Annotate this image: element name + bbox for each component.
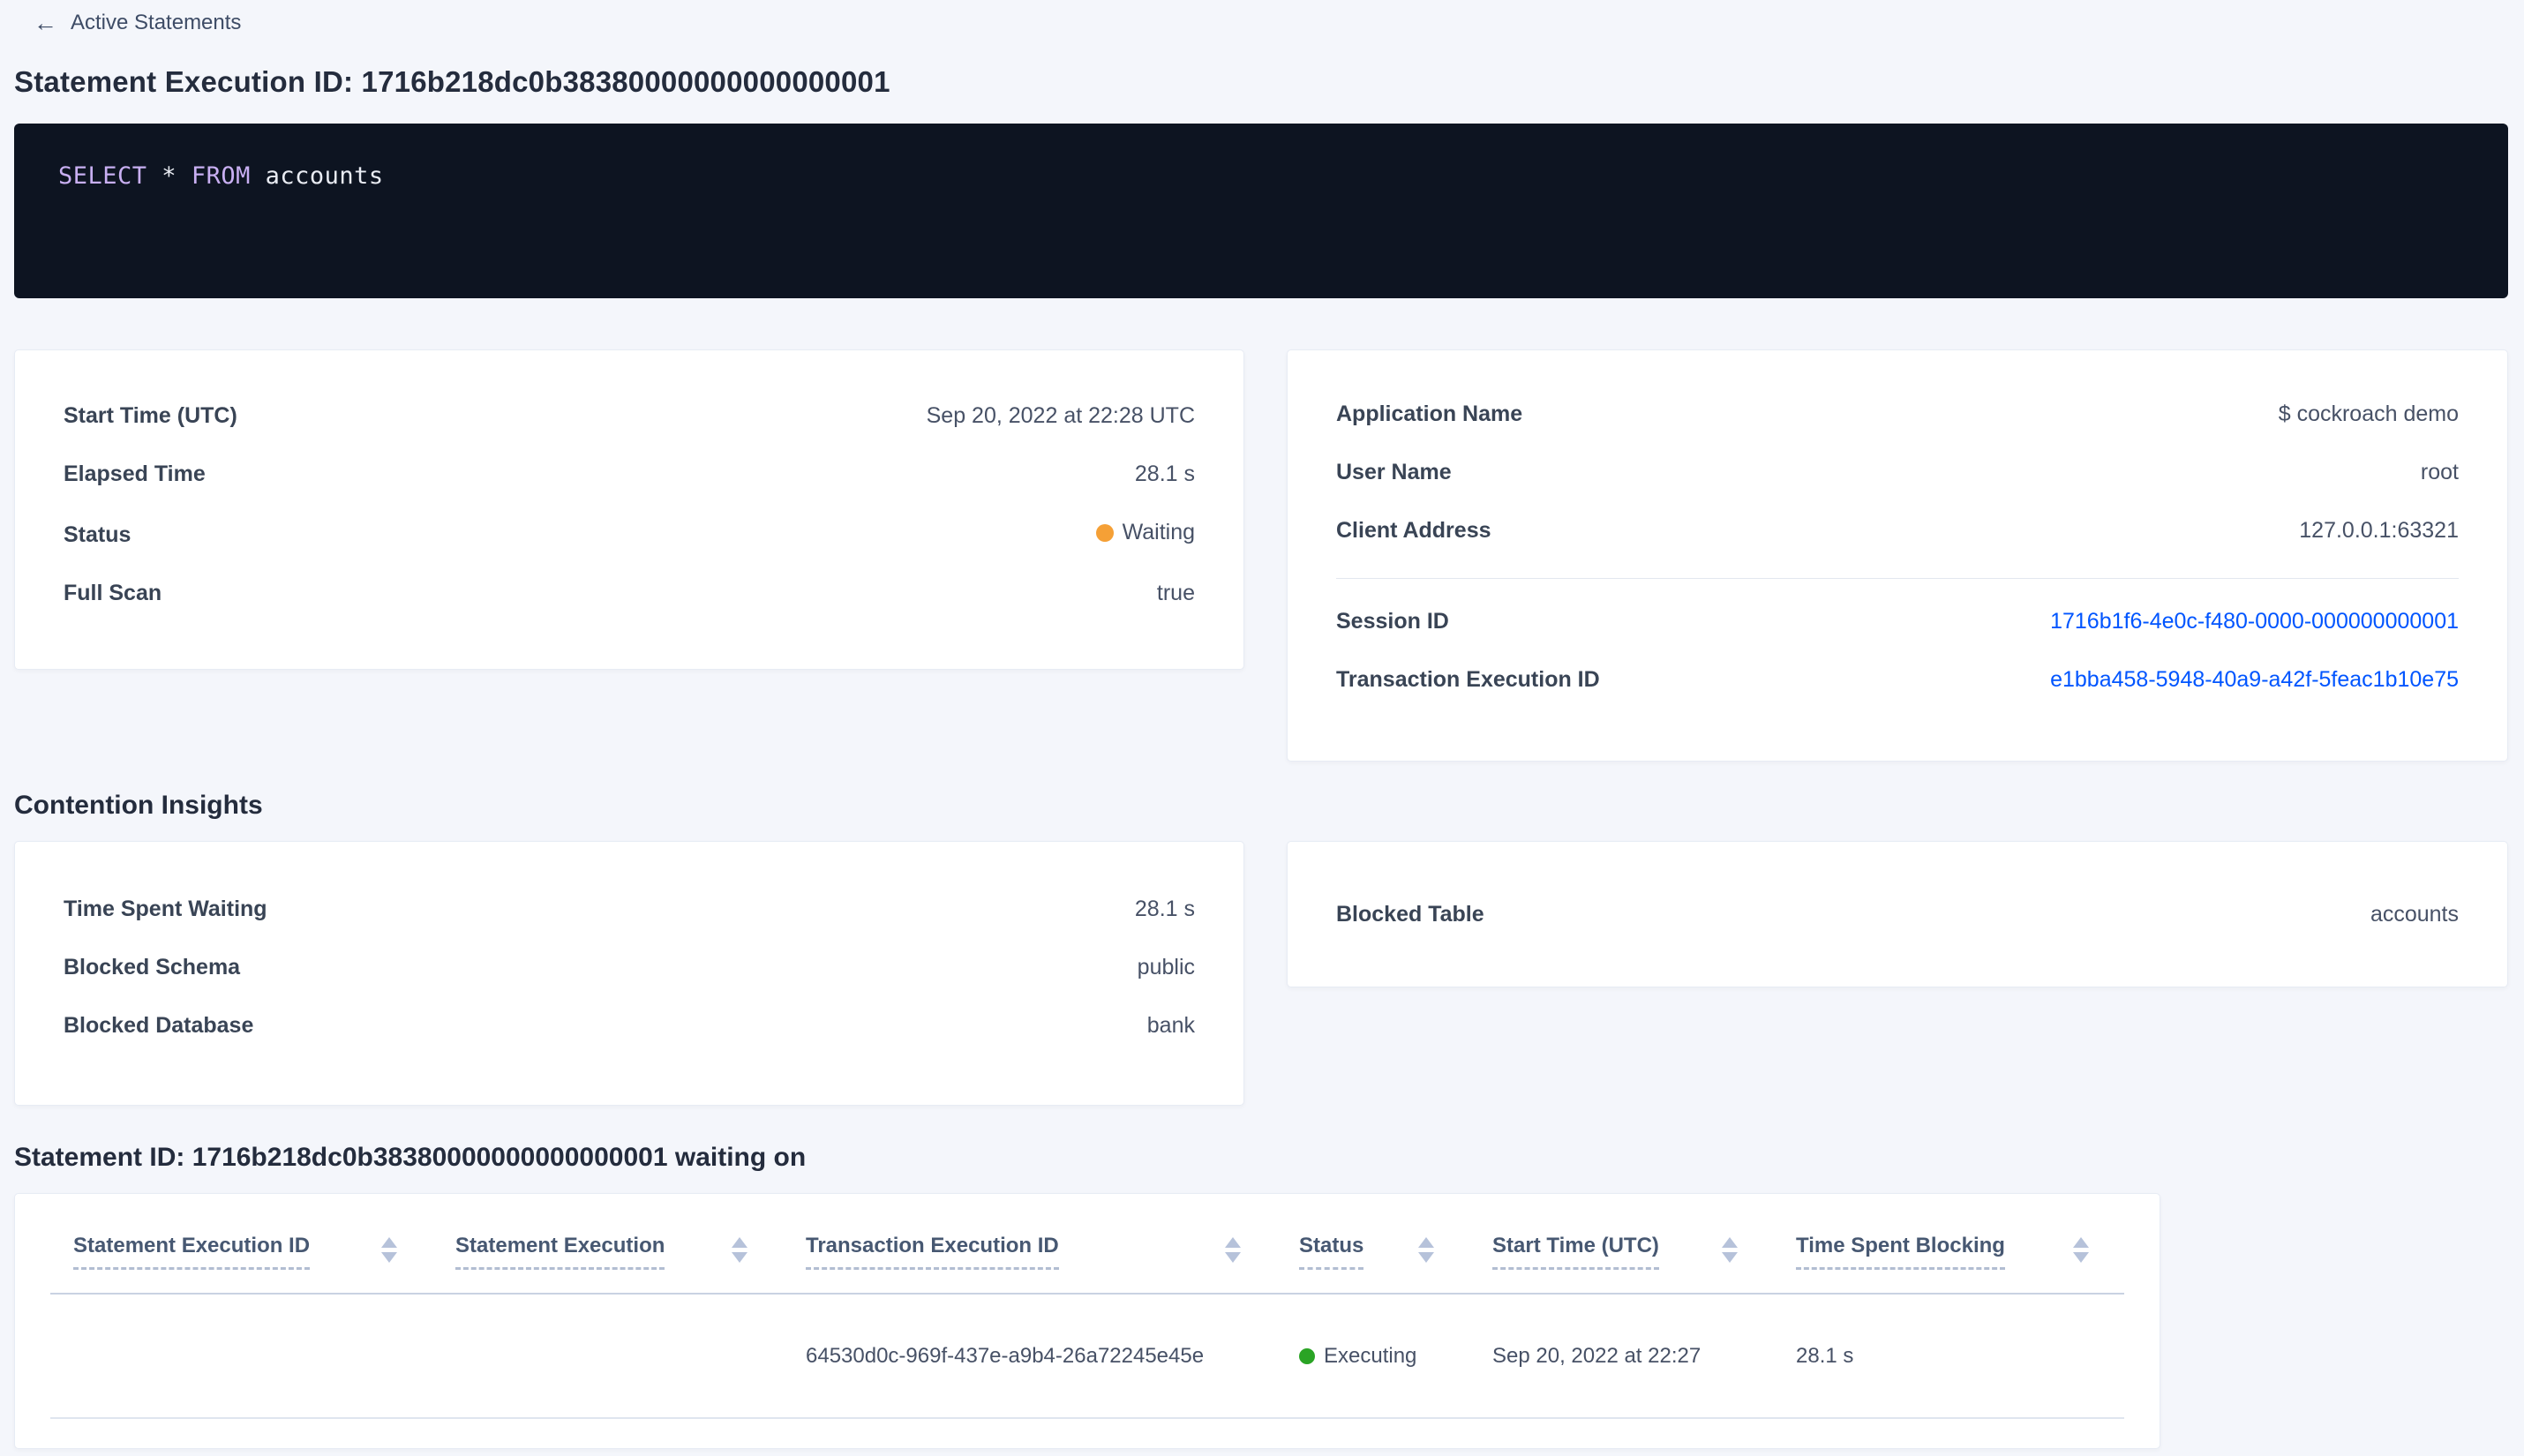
cell-transaction-execution-id: 64530d0c-969f-437e-a9b4-26a72245e45e bbox=[806, 1343, 1205, 1368]
session-id-label: Session ID bbox=[1336, 609, 1449, 634]
table-row: 64530d0c-969f-437e-a9b4-26a72245e45e Exe… bbox=[50, 1295, 2124, 1419]
status-executing-dot-icon bbox=[1299, 1347, 1315, 1364]
start-time-label: Start Time (UTC) bbox=[64, 403, 237, 428]
application-name-label: Application Name bbox=[1336, 402, 1523, 426]
contention-row-time-spent-waiting: Time Spent Waiting 28.1 s bbox=[64, 898, 1195, 920]
sql-statement-box: SELECT * FROM accounts bbox=[14, 124, 2508, 298]
waiting-on-table: Statement Execution ID Statement Executi… bbox=[14, 1193, 2160, 1449]
client-address-value: 127.0.0.1:63321 bbox=[2299, 518, 2459, 543]
transaction-execution-id-label: Transaction Execution ID bbox=[1336, 667, 1600, 692]
column-header-label: Status bbox=[1299, 1235, 1364, 1270]
sort-icon bbox=[1418, 1235, 1434, 1263]
elapsed-time-value: 28.1 s bbox=[1134, 462, 1195, 486]
column-header-transaction-execution-id[interactable]: Transaction Execution ID bbox=[783, 1235, 1276, 1293]
column-header-label: Time Spent Blocking bbox=[1796, 1235, 2005, 1270]
full-scan-label: Full Scan bbox=[64, 580, 162, 605]
user-name-value: root bbox=[2420, 460, 2459, 484]
sql-star: * bbox=[146, 162, 192, 190]
sql-table-name: accounts bbox=[250, 162, 384, 190]
contention-right-card: Blocked Table accounts bbox=[1287, 841, 2508, 987]
status-badge: Waiting bbox=[1095, 520, 1195, 544]
column-header-label: Start Time (UTC) bbox=[1492, 1235, 1659, 1270]
contention-row-blocked-schema: Blocked Schema public bbox=[64, 957, 1195, 979]
session-row-application-name: Application Name $ cockroach demo bbox=[1336, 403, 2459, 425]
session-row-session-id: Session ID 1716b1f6-4e0c-f480-0000-00000… bbox=[1336, 611, 2459, 633]
overview-card: Start Time (UTC) Sep 20, 2022 at 22:28 U… bbox=[14, 349, 1244, 670]
transaction-execution-id-link[interactable]: e1bba458-5948-40a9-a42f-5feac1b10e75 bbox=[2050, 669, 2459, 691]
waiting-on-heading: Statement ID: 1716b218dc0b38380000000000… bbox=[14, 1143, 807, 1172]
time-spent-waiting-value: 28.1 s bbox=[1134, 897, 1195, 921]
client-address-label: Client Address bbox=[1336, 518, 1491, 543]
user-name-label: User Name bbox=[1336, 460, 1452, 484]
start-time-value: Sep 20, 2022 at 22:28 UTC bbox=[926, 403, 1195, 428]
full-scan-value: true bbox=[1156, 580, 1195, 605]
blocked-schema-value: public bbox=[1137, 955, 1195, 979]
session-row-user-name: User Name root bbox=[1336, 462, 2459, 484]
overview-row-start-time: Start Time (UTC) Sep 20, 2022 at 22:28 U… bbox=[64, 405, 1195, 427]
sql-keyword-select: SELECT bbox=[58, 162, 147, 190]
column-header-time-spent-blocking[interactable]: Time Spent Blocking bbox=[1773, 1235, 2124, 1293]
session-row-client-address: Client Address 127.0.0.1:63321 bbox=[1336, 520, 2459, 542]
blocked-schema-label: Blocked Schema bbox=[64, 955, 241, 979]
column-header-status[interactable]: Status bbox=[1276, 1235, 1469, 1293]
column-header-label: Transaction Execution ID bbox=[806, 1235, 1059, 1270]
cell-status: Executing bbox=[1276, 1344, 1469, 1369]
blocked-table-value: accounts bbox=[2370, 901, 2459, 927]
back-link-label: Active Statements bbox=[71, 11, 242, 34]
sort-icon bbox=[732, 1235, 747, 1263]
status-value: Waiting bbox=[1122, 520, 1195, 544]
elapsed-time-label: Elapsed Time bbox=[64, 462, 206, 486]
session-row-transaction-execution-id: Transaction Execution ID e1bba458-5948-4… bbox=[1336, 669, 2459, 691]
overview-row-full-scan: Full Scan true bbox=[64, 582, 1195, 604]
status-waiting-dot-icon bbox=[1095, 523, 1114, 542]
contention-row-blocked-table: Blocked Table accounts bbox=[1336, 901, 2459, 927]
blocked-table-label: Blocked Table bbox=[1336, 901, 1484, 927]
column-header-label: Statement Execution ID bbox=[73, 1235, 311, 1270]
overview-row-status: Status Waiting bbox=[64, 522, 1195, 546]
column-header-start-time[interactable]: Start Time (UTC) bbox=[1469, 1235, 1773, 1293]
cell-time-spent-blocking: 28.1 s bbox=[1796, 1343, 1854, 1368]
statement-details-page: ← Active Statements Statement Execution … bbox=[0, 0, 2524, 1449]
blocked-database-label: Blocked Database bbox=[64, 1013, 254, 1038]
column-header-label: Statement Execution bbox=[455, 1235, 665, 1270]
contention-row-blocked-database: Blocked Database bank bbox=[64, 1015, 1195, 1037]
sort-icon bbox=[381, 1235, 397, 1263]
sort-icon bbox=[1722, 1235, 1738, 1263]
contention-insights-heading: Contention Insights bbox=[14, 791, 263, 820]
cell-status-value: Executing bbox=[1324, 1343, 1417, 1368]
overview-row-elapsed-time: Elapsed Time 28.1 s bbox=[64, 463, 1195, 485]
sort-icon bbox=[1225, 1235, 1241, 1263]
column-header-statement-execution-id[interactable]: Statement Execution ID bbox=[50, 1235, 432, 1293]
session-card-divider bbox=[1336, 578, 2459, 579]
time-spent-waiting-label: Time Spent Waiting bbox=[64, 897, 267, 921]
contention-left-card: Time Spent Waiting 28.1 s Blocked Schema… bbox=[14, 841, 1244, 1106]
sort-icon bbox=[2073, 1235, 2089, 1263]
cell-start-time: Sep 20, 2022 at 22:27 bbox=[1492, 1343, 1701, 1368]
status-label: Status bbox=[64, 522, 131, 547]
back-link-active-statements[interactable]: ← Active Statements bbox=[34, 11, 241, 35]
application-name-value: $ cockroach demo bbox=[2278, 402, 2459, 426]
session-card: Application Name $ cockroach demo User N… bbox=[1287, 349, 2508, 762]
blocked-database-value: bank bbox=[1146, 1013, 1195, 1038]
session-id-link[interactable]: 1716b1f6-4e0c-f480-0000-000000000001 bbox=[2050, 611, 2459, 633]
page-title: Statement Execution ID: 1716b218dc0b3838… bbox=[14, 65, 890, 98]
waiting-table-header-row: Statement Execution ID Statement Executi… bbox=[50, 1194, 2124, 1295]
back-arrow-icon: ← bbox=[34, 9, 57, 36]
column-header-statement-execution[interactable]: Statement Execution bbox=[432, 1235, 783, 1293]
sql-keyword-from: FROM bbox=[191, 162, 251, 190]
